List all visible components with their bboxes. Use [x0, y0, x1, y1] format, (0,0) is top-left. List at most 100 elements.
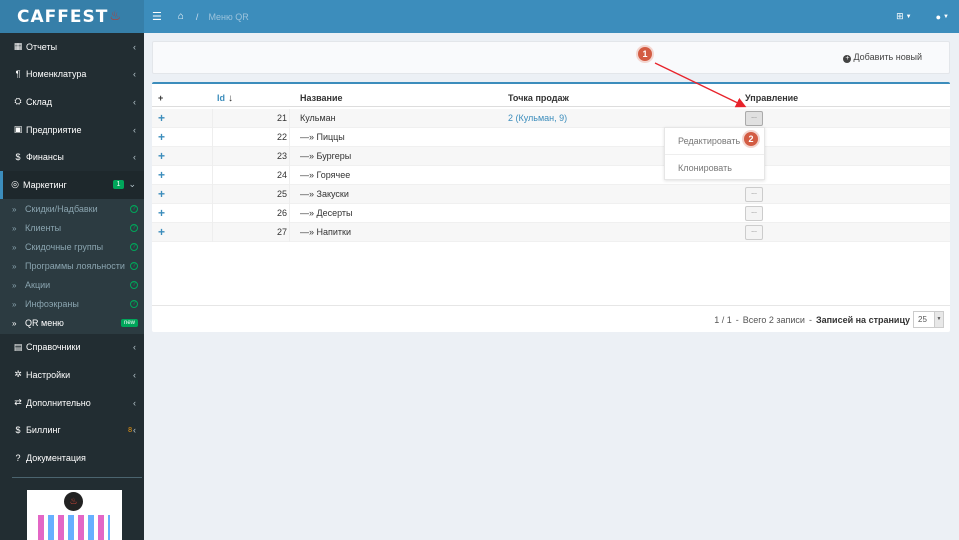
total-records: Всего 2 записи — [742, 314, 805, 325]
submenu-item-infoscreens[interactable]: » Инфоэкраны ? — [0, 295, 144, 314]
header-point-of-sale[interactable]: Точка продаж — [508, 93, 569, 103]
clone-menu-item[interactable]: Клонировать — [665, 154, 764, 180]
row-actions-button[interactable]: ... — [745, 110, 763, 126]
submenu-item-qr-menu[interactable]: » QR меню new — [0, 314, 144, 333]
step-marker-1: 1 — [636, 45, 654, 63]
row-id: 24 — [212, 165, 290, 185]
row-name: —» Бургеры — [300, 151, 352, 161]
home-icon[interactable]: ⌂ — [178, 11, 184, 22]
sidebar-item-docs[interactable]: ? Документация — [0, 444, 144, 472]
dollar-icon: $ — [15, 425, 21, 436]
help-icon[interactable]: ? — [130, 224, 138, 233]
help-icon[interactable]: ? — [130, 300, 138, 309]
sidebar-item-label: Справочники — [26, 342, 81, 353]
submenu-item-discount-groups[interactable]: » Скидочные группы ? — [0, 238, 144, 257]
breadcrumb-current: Меню QR — [208, 11, 249, 22]
step-marker-2: 2 — [742, 130, 760, 148]
navbar-right: ⊞ ▼ ● ▼ — [872, 11, 949, 22]
submenu-item-discounts[interactable]: » Скидки/Надбавки ? — [0, 200, 144, 219]
sidebar-item-label: Предприятие — [26, 124, 82, 135]
divider — [12, 477, 142, 478]
header-id[interactable]: Id ↓ — [217, 93, 233, 104]
sidebar-item-settings[interactable]: ✲ Настройки ‹ — [0, 361, 144, 389]
sidebar-item-references[interactable]: ▤ Справочники ‹ — [0, 334, 144, 362]
row-name: —» Напитки — [300, 227, 351, 237]
table-row: + 27 —» Напитки ... — [152, 222, 950, 242]
row-id: 22 — [212, 127, 290, 147]
expand-row-icon[interactable]: + — [158, 187, 165, 201]
book-icon: ▤ — [13, 341, 23, 352]
double-chevron-icon: » — [12, 204, 17, 214]
help-icon[interactable]: ? — [130, 262, 138, 271]
add-new-label: Добавить новый — [853, 52, 922, 62]
chevron-left-icon: ‹ — [133, 41, 136, 52]
sidebar-item-reports[interactable]: ▦ Отчеты ‹ — [0, 33, 144, 61]
sidebar-item-finance[interactable]: $ Финансы ‹ — [0, 143, 144, 171]
submenu-item-promos[interactable]: » Акции ? — [0, 276, 144, 295]
row-name: Кульман — [300, 113, 336, 123]
row-actions-button[interactable]: ... — [745, 205, 763, 221]
submenu-item-clients[interactable]: » Клиенты ? — [0, 219, 144, 238]
pagination-info: 1 / 1 — [714, 314, 732, 325]
dollar-icon: $ — [15, 152, 21, 163]
double-chevron-icon: » — [12, 261, 17, 271]
header-name[interactable]: Название — [300, 93, 342, 103]
row-point-of-sale-link[interactable]: 2 (Кульман, 9) — [508, 113, 567, 123]
sidebar-item-marketing[interactable]: ◎ Маркетинг 1 ⌄ — [0, 170, 144, 199]
expand-row-icon[interactable]: + — [158, 111, 165, 125]
sidebar-item-nomenclature[interactable]: ¶ Номенклатура ‹ — [0, 61, 144, 89]
double-chevron-icon: » — [12, 299, 17, 309]
expand-row-icon[interactable]: + — [158, 206, 165, 220]
per-page-select[interactable]: 25 ▼ — [913, 311, 944, 328]
user-menu-button[interactable]: ● ▼ — [936, 12, 949, 22]
chart-icon: ▦ — [13, 41, 23, 52]
row-actions-button[interactable]: ... — [745, 224, 763, 240]
double-chevron-icon: » — [12, 318, 17, 328]
sidebar-item-label: Маркетинг — [23, 179, 67, 190]
add-menu-button[interactable]: ⊞ ▼ — [896, 11, 912, 22]
per-page-value: 25 — [918, 315, 927, 324]
row-name: —» Десерты — [300, 208, 353, 218]
footer-separator: - — [808, 314, 812, 325]
count-badge: 8 — [128, 426, 132, 434]
sidebar-item-additional[interactable]: ⇄ Дополнительно ‹ — [0, 389, 144, 417]
count-badge: 1 — [112, 180, 125, 190]
sidebar-item-label: Номенклатура — [26, 69, 87, 80]
sidebar-item-label: Документация — [26, 452, 86, 463]
chevron-left-icon: ‹ — [133, 369, 136, 380]
caret-down-icon: ▼ — [905, 13, 912, 20]
sidebar-item-label: Биллинг — [26, 425, 61, 436]
row-name: —» Горячее — [300, 170, 351, 180]
building-icon: ▣ — [13, 124, 23, 135]
sidebar-item-enterprise[interactable]: ▣ Предприятие ‹ — [0, 116, 144, 144]
caffest-mark-icon: ♨ — [64, 492, 83, 511]
expand-row-icon[interactable]: + — [158, 130, 165, 144]
submenu-item-label: QR меню — [25, 318, 64, 329]
row-actions-button[interactable]: ... — [745, 186, 763, 202]
per-page-label: Записей на страницу — [815, 314, 910, 325]
add-new-button[interactable]: + Добавить новый — [843, 52, 922, 63]
breadcrumb-separator: / — [195, 11, 199, 22]
chevron-left-icon: ‹ — [133, 152, 136, 163]
header-id-label: Id — [217, 92, 225, 103]
qr-code-image: ♨ — [27, 490, 122, 540]
caret-down-icon: ▼ — [943, 13, 949, 20]
expand-row-icon[interactable]: + — [158, 168, 165, 182]
row-id: 25 — [212, 184, 290, 204]
help-icon[interactable]: ? — [130, 205, 138, 214]
help-icon[interactable]: ? — [130, 281, 138, 290]
sidebar-item-billing[interactable]: $ Биллинг 8 ‹ — [0, 416, 144, 444]
user-icon: ● — [935, 11, 942, 22]
help-icon[interactable]: ? — [130, 243, 138, 252]
chevron-left-icon: ‹ — [133, 124, 136, 135]
expand-row-icon[interactable]: + — [158, 225, 165, 239]
caret-down-icon: ▼ — [934, 312, 943, 327]
sidebar-item-label: Отчеты — [26, 41, 58, 52]
sidebar-item-warehouse[interactable]: ⛭ Склад ‹ — [0, 88, 144, 116]
submenu-item-loyalty[interactable]: » Программы лояльности ? — [0, 257, 144, 276]
logo[interactable]: CAFFEST ♨ — [0, 0, 144, 33]
submenu-item-label: Скидочные группы — [25, 242, 104, 253]
expand-row-icon[interactable]: + — [158, 149, 165, 163]
hamburger-icon[interactable]: ☰ — [152, 10, 162, 23]
question-icon: ? — [15, 452, 21, 463]
